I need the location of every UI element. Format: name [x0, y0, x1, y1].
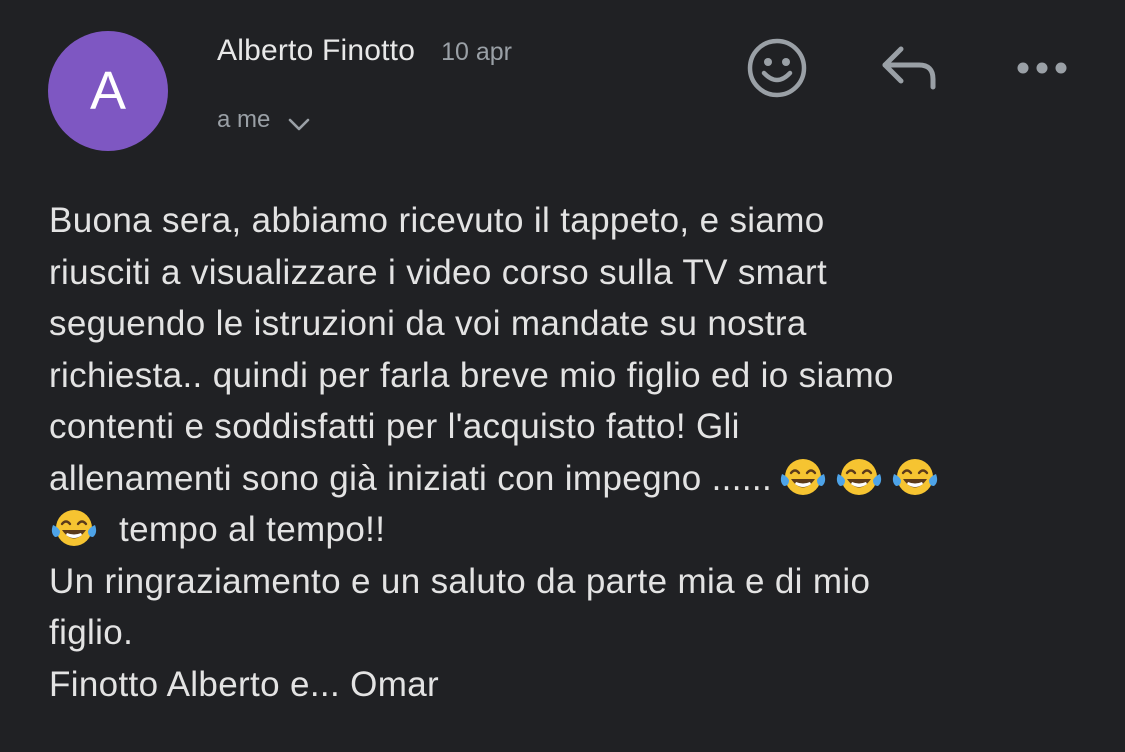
- sender-name[interactable]: Alberto Finotto: [217, 34, 415, 68]
- message-line: riusciti a visualizzare i video corso su…: [49, 252, 828, 292]
- avatar[interactable]: A: [48, 31, 168, 151]
- add-reaction-button[interactable]: [745, 36, 809, 100]
- message-line: contenti e soddisfatti per l'acquisto fa…: [49, 407, 740, 446]
- chevron-down-icon[interactable]: [288, 118, 310, 132]
- more-options-button[interactable]: [1012, 46, 1072, 90]
- reply-arrow-icon: [882, 46, 936, 90]
- sender-row: Alberto Finotto 10 apr: [217, 34, 512, 68]
- reply-button[interactable]: [877, 40, 941, 96]
- message-text: tempo al tempo!!: [119, 510, 386, 549]
- message-text: allenamenti sono già iniziati con impegn…: [49, 458, 773, 498]
- message-line-with-emoji: allenamenti sono già iniziati con impegn…: [49, 453, 1109, 505]
- tears-of-joy-emoji-icon: [778, 456, 828, 498]
- message-line-with-emoji: tempo al tempo!!: [49, 504, 1109, 556]
- sent-date: 10 apr: [441, 38, 512, 66]
- smiley-face-icon: [747, 38, 807, 98]
- recipient-label: a me: [217, 106, 271, 133]
- message-body: Buona sera, abbiamo ricevuto il tappeto,…: [49, 195, 1109, 710]
- message-line: richiesta.. quindi per farla breve mio f…: [49, 355, 894, 395]
- message-line: Un ringraziamento e un saluto da parte m…: [49, 561, 871, 601]
- message-line: Buona sera, abbiamo ricevuto il tappeto,…: [49, 201, 825, 240]
- email-message-view: A Alberto Finotto 10 apr a me Buona sera…: [0, 0, 1125, 752]
- tears-of-joy-emoji-icon: [49, 507, 99, 549]
- message-line: seguendo le istruzioni da voi mandate su…: [49, 304, 807, 343]
- more-horizontal-icon: [1017, 62, 1067, 74]
- message-line: Finotto Alberto e... Omar: [49, 664, 440, 704]
- avatar-letter: A: [89, 61, 127, 121]
- recipient-details-toggle[interactable]: a me: [217, 106, 310, 134]
- tears-of-joy-emoji-icon: [834, 456, 884, 498]
- message-line: figlio.: [49, 613, 134, 652]
- tears-of-joy-emoji-icon: [890, 456, 940, 498]
